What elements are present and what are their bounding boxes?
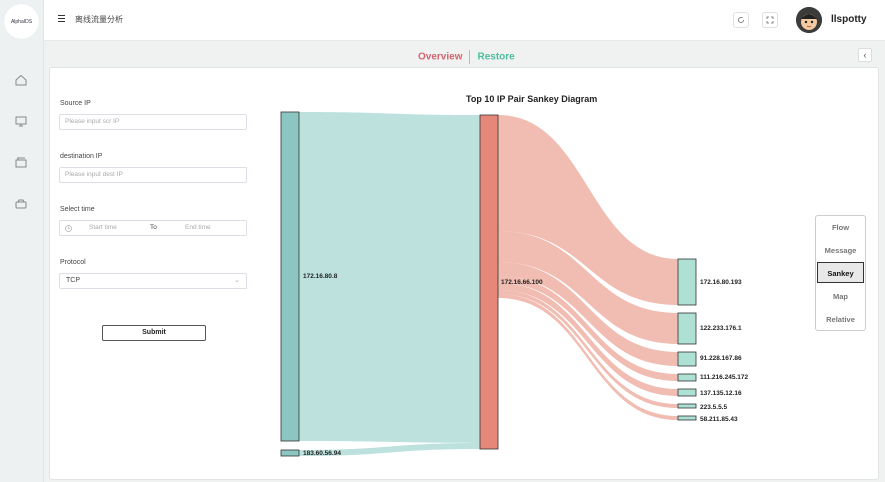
label-target-5: 223.5.5.5 [700, 404, 727, 411]
node-172.16.80.8 [280, 111, 300, 442]
node-122.233.176.1 [677, 312, 697, 345]
view-sankey[interactable]: Sankey [817, 262, 864, 283]
node-172.16.80.193 [677, 258, 697, 306]
node-172.16.66.100 [479, 114, 499, 450]
label-target-4: 137.135.12.16 [700, 390, 742, 397]
view-flow[interactable]: Flow [816, 217, 865, 238]
label-target-6: 58.211.85.43 [700, 416, 738, 423]
view-message[interactable]: Message [816, 240, 865, 261]
label-target-0: 172.16.80.193 [700, 279, 742, 286]
sankey-diagram: 172.16.80.8 183.60.56.94 172.16.66.100 1… [280, 111, 748, 457]
node-137.135.12.16 [677, 388, 697, 397]
label-target-3: 111.216.245.172 [700, 374, 748, 381]
node-183.60.56.94 [280, 449, 300, 457]
label-target-2: 91.228.167.86 [700, 355, 742, 362]
node-111.216.245.172 [677, 373, 697, 382]
label-source-1: 183.60.56.94 [303, 450, 341, 457]
label-hub: 172.16.66.100 [501, 279, 543, 286]
view-map[interactable]: Map [816, 286, 865, 307]
node-58.211.85.43 [677, 415, 697, 421]
node-91.228.167.86 [677, 351, 697, 367]
label-source-0: 172.16.80.8 [303, 273, 338, 280]
view-switcher: Flow Message Sankey Map Relative [815, 215, 866, 331]
label-target-1: 122.233.176.1 [700, 325, 742, 332]
node-223.5.5.5 [677, 403, 697, 409]
view-relative[interactable]: Relative [816, 309, 865, 330]
